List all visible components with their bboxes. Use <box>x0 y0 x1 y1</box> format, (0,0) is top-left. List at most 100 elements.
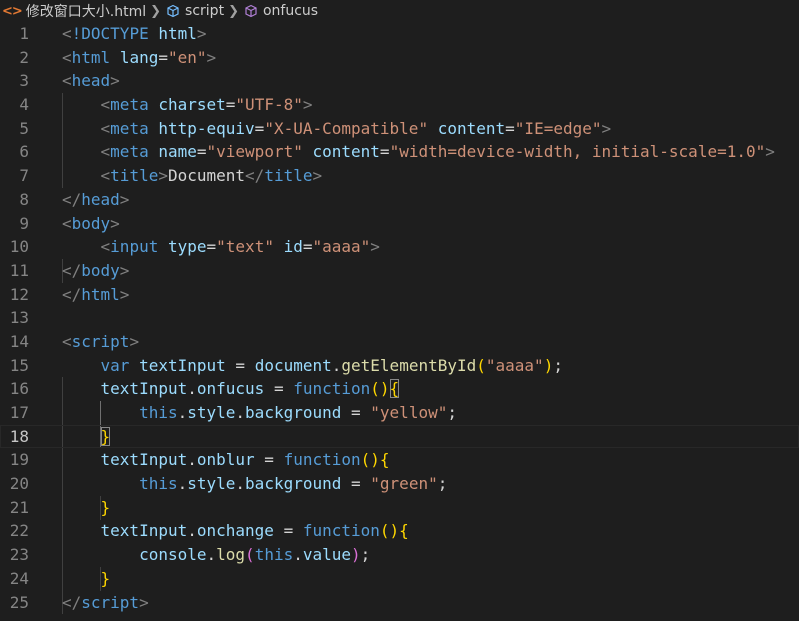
code-token: "en" <box>167 47 207 67</box>
code-token: > <box>139 592 149 612</box>
code-token: "viewport" <box>206 142 303 162</box>
code-token: getElementById <box>341 355 477 375</box>
symbol-structure-icon <box>165 3 181 19</box>
code-token: () <box>370 379 390 399</box>
code-token: body <box>81 260 120 280</box>
code-editor[interactable]: 1 <!DOCTYPE html> 2 <html lang="en"> 3 <head>… <box>0 22 799 621</box>
code-line[interactable]: 4 <meta charset="UTF-8"> <box>0 93 799 117</box>
breadcrumb-item-label: script <box>185 3 225 19</box>
line-code: <meta name="viewport" content="width=dev… <box>62 140 775 164</box>
line-code: <title>Document</title> <box>62 164 323 188</box>
line-number: 8 <box>19 189 29 209</box>
code-token: "green" <box>370 474 438 494</box>
code-token: = <box>302 237 313 257</box>
code-token: . <box>177 403 188 422</box>
code-line[interactable]: 16 textInput.onfucus = function(){ <box>0 377 799 401</box>
code-token: < <box>62 71 72 91</box>
code-token: < <box>62 213 72 233</box>
code-line[interactable]: 1 <!DOCTYPE html> <box>0 22 799 46</box>
code-line[interactable]: 15 var textInput = document.getElementBy… <box>0 354 799 378</box>
code-token: = <box>254 450 284 470</box>
line-number: 14 <box>9 331 29 351</box>
code-token: } <box>100 426 111 446</box>
breadcrumb-item-script[interactable]: script <box>165 3 224 19</box>
line-number: 1 <box>19 24 29 43</box>
code-line[interactable]: 24 } <box>0 567 799 591</box>
line-code: <script> <box>62 330 139 354</box>
code-token: style <box>187 474 236 494</box>
code-token: < <box>62 24 72 43</box>
line-number: 2 <box>19 47 29 67</box>
code-line[interactable]: 11 </body> <box>0 259 799 283</box>
code-token: </ <box>62 189 82 209</box>
code-line[interactable]: 8 </head> <box>0 188 799 212</box>
code-token: > <box>110 71 120 91</box>
code-token: content <box>437 118 506 138</box>
line-code: } <box>62 567 111 591</box>
code-token: "UTF-8" <box>235 95 303 115</box>
breadcrumb: <> 修改窗口大小.html ❯ script ❯ onfucus <box>0 0 799 22</box>
code-line[interactable]: 2 <html lang="en"> <box>0 46 799 70</box>
html-icon: <> <box>2 3 23 19</box>
line-number: 19 <box>9 450 29 470</box>
code-line[interactable]: 14 <script> <box>0 330 799 354</box>
code-token: . <box>235 474 246 494</box>
code-token: "yellow" <box>370 403 448 422</box>
code-line[interactable]: 3 <head> <box>0 69 799 93</box>
code-line[interactable]: 18 } <box>0 424 799 449</box>
code-token: ; <box>553 355 563 375</box>
line-number: 3 <box>19 71 29 91</box>
code-token: script <box>81 592 140 612</box>
code-line[interactable]: 6 <meta name="viewport" content="width=d… <box>0 140 799 164</box>
code-token: (){ <box>379 521 409 541</box>
code-token: this <box>139 474 178 494</box>
code-line[interactable]: 9 <body> <box>0 212 799 236</box>
code-token: > <box>302 95 313 115</box>
breadcrumb-item-label: onfucus <box>262 3 319 19</box>
code-token: onfucus <box>196 379 265 399</box>
code-token: = <box>379 142 390 162</box>
code-line[interactable]: 13 <box>0 306 799 330</box>
line-code: </html> <box>62 283 129 307</box>
line-code: console.log(this.value); <box>62 543 370 567</box>
code-line[interactable]: 25 </script> <box>0 591 799 615</box>
code-token: this <box>139 403 178 422</box>
code-token: = <box>264 379 294 399</box>
code-line[interactable]: 19 textInput.onblur = function(){ <box>0 448 799 472</box>
code-line[interactable]: 10 <input type="text" id="aaaa"> <box>0 235 799 259</box>
code-token: . <box>235 403 246 422</box>
code-line[interactable]: 7 <title>Document</title> <box>0 164 799 188</box>
code-token: </ <box>62 260 82 280</box>
code-token: style <box>187 403 236 422</box>
code-token: id <box>283 237 303 257</box>
line-number: 23 <box>9 545 29 565</box>
code-token: "aaaa" <box>485 355 544 375</box>
breadcrumb-item-onfucus[interactable]: onfucus <box>243 3 318 19</box>
code-line[interactable]: 12 </html> <box>0 283 799 307</box>
code-line[interactable]: 21 } <box>0 496 799 520</box>
code-line[interactable]: 23 console.log(this.value); <box>0 543 799 567</box>
code-token: . <box>293 545 303 565</box>
line-code: var textInput = document.getElementById(… <box>62 354 563 378</box>
code-token: ; <box>360 545 371 565</box>
breadcrumb-file[interactable]: <> 修改窗口大小.html <box>2 1 146 21</box>
code-token: = <box>206 237 217 257</box>
code-token: html <box>158 24 197 43</box>
code-line[interactable]: 5 <meta http-equiv="X-UA-Compatible" con… <box>0 117 799 141</box>
code-token: > <box>119 189 130 209</box>
code-token: textInput <box>100 379 188 399</box>
code-token: ) <box>543 355 554 375</box>
code-line[interactable]: 20 this.style.background = "green"; <box>0 472 799 496</box>
code-token: > <box>370 237 380 257</box>
code-token: </ <box>62 284 82 304</box>
code-token: > <box>196 24 207 43</box>
code-line[interactable]: 17 this.style.background = "yellow"; <box>0 401 799 425</box>
code-token: head <box>81 189 120 209</box>
code-line[interactable]: 22 textInput.onchange = function(){ <box>0 519 799 543</box>
code-token: console <box>139 545 207 565</box>
